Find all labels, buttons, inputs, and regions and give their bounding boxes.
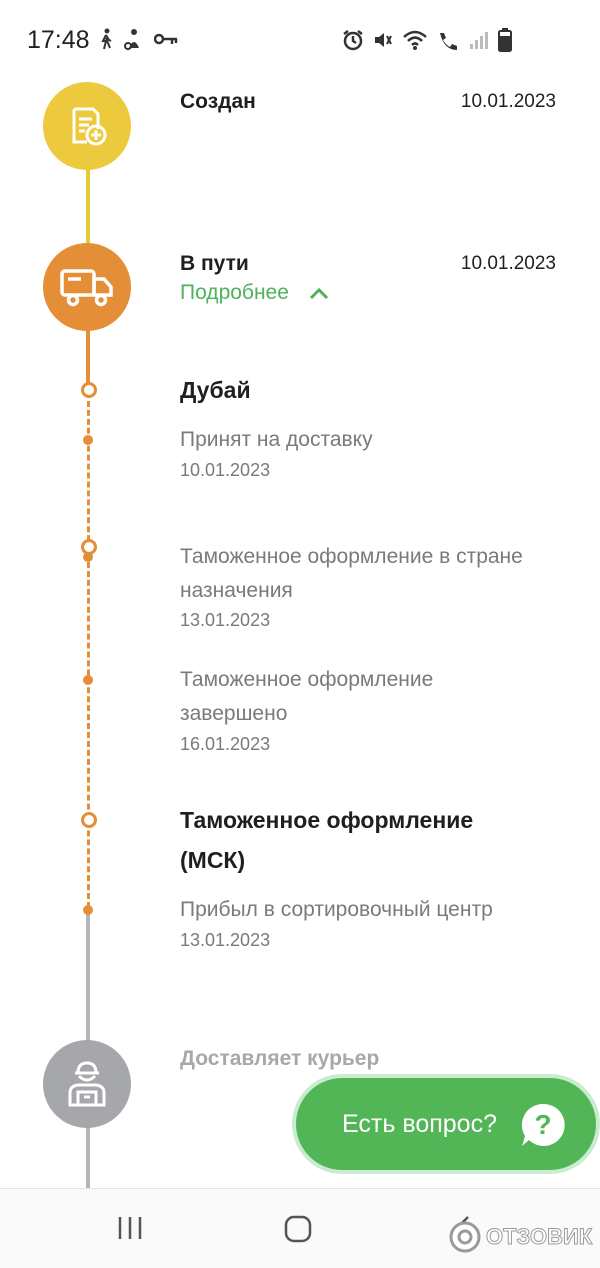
question-chat-icon: ? [521, 1103, 565, 1146]
alarm-icon [343, 30, 363, 51]
watermark-logo-icon [449, 1221, 481, 1253]
have-question-button[interactable]: Есть вопрос? ? [296, 1078, 596, 1170]
timeline-line-dashed [87, 392, 90, 908]
stage-created-title: Создан [180, 90, 256, 113]
battery-icon [498, 28, 512, 52]
stage-created-date: 10.01.2023 [460, 91, 556, 112]
location-marker-dubai [81, 382, 97, 398]
svg-text:?: ? [534, 1109, 551, 1140]
status-time: 17:48 [27, 26, 90, 54]
event-text: Таможенное оформление в стране назначени… [180, 545, 523, 602]
status-icons-right [342, 28, 512, 52]
event-date: 10.01.2023 [180, 460, 271, 480]
status-bar: 17:48 [0, 0, 600, 80]
event-marker [83, 552, 93, 562]
watermark-text: ОТЗОВИК [485, 1224, 593, 1250]
truck-icon [60, 269, 113, 307]
timeline-line-transit [86, 328, 90, 386]
event-date: 13.01.2023 [180, 610, 271, 630]
document-add-icon [72, 107, 107, 146]
event-marker [83, 675, 93, 685]
location-title: Дубай [180, 377, 251, 403]
location-marker-msk [81, 812, 97, 828]
event-marker [83, 435, 93, 445]
event-text: Таможенное оформление завершено [180, 668, 434, 725]
details-toggle-label: Подробнее [180, 281, 289, 304]
status-icons-left [98, 28, 178, 50]
signal-icon [470, 32, 488, 49]
watermark: ОТЗОВИК [448, 1220, 593, 1254]
home-button[interactable] [284, 1215, 312, 1248]
stage-courier-circle [43, 1040, 131, 1128]
wifi-call-icon [440, 33, 457, 50]
key-icon [154, 33, 178, 45]
timeline-line-created [86, 168, 90, 248]
event-marker [83, 905, 93, 915]
event-date: 13.01.2023 [180, 930, 271, 950]
have-question-label: Есть вопрос? [342, 1109, 497, 1138]
wifi-icon [403, 30, 427, 50]
bike-icon [124, 29, 139, 50]
home-icon [284, 1215, 312, 1243]
event-date: 16.01.2023 [180, 734, 271, 754]
event-text: Принят на доставку [180, 428, 373, 451]
mute-icon [375, 33, 392, 47]
stage-courier-title: Доставляет курьер [180, 1047, 380, 1070]
stage-transit-circle [43, 243, 131, 331]
stage-created-circle [43, 82, 131, 170]
recent-apps-icon [118, 1217, 142, 1239]
event-text: Прибыл в сортировочный центр [180, 898, 493, 921]
stage-transit-title: В пути [180, 252, 249, 275]
chevron-up-icon [309, 287, 328, 300]
courier-icon [68, 1061, 106, 1107]
recent-apps-button[interactable] [116, 1215, 144, 1246]
stage-transit-date: 10.01.2023 [460, 253, 556, 274]
walking-icon [101, 28, 112, 50]
details-toggle-link[interactable]: Подробнее [180, 281, 329, 305]
location-title: Таможенное оформление (МСК) [180, 807, 474, 873]
